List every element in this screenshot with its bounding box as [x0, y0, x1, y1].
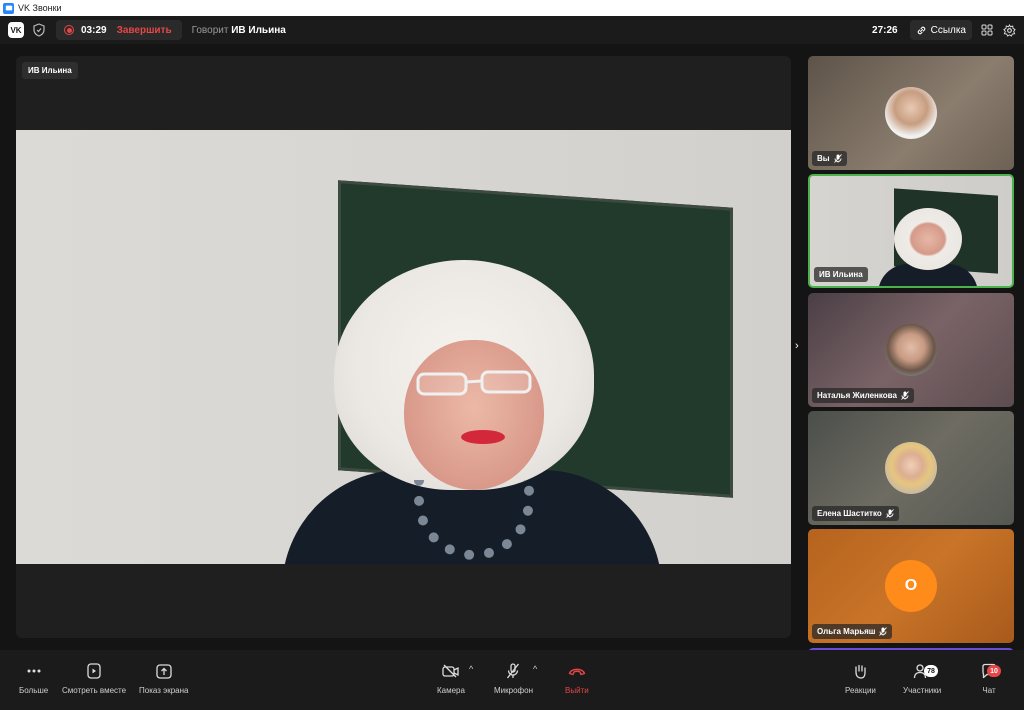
- settings-gear-icon[interactable]: [1002, 23, 1016, 37]
- camera-button[interactable]: Камера: [437, 662, 465, 695]
- participant-label: Елена Шаститко: [812, 506, 899, 521]
- participant-name: Ольга Марьяш: [817, 627, 876, 636]
- participants-count-badge: 78: [924, 665, 938, 677]
- vk-calls-app-icon: [3, 2, 14, 14]
- stage-speaker-name: ИВ Ильина: [22, 62, 78, 79]
- microphone-label: Микрофон: [494, 686, 533, 695]
- vk-logo-icon[interactable]: VK: [8, 22, 24, 38]
- call-controls-bar: Больше Смотреть вместе Показ экрана Каме…: [0, 650, 1024, 710]
- speaker-glasses: [416, 370, 532, 396]
- participant-label: ИВ Ильина: [814, 267, 868, 282]
- reactions-button[interactable]: Реакции: [845, 662, 876, 695]
- main-video-stage[interactable]: ИВ Ильина: [16, 56, 791, 638]
- raise-hand-icon: [851, 662, 869, 680]
- more-button[interactable]: Больше: [19, 662, 48, 695]
- mic-muted-icon: [885, 509, 894, 518]
- grid-layout-icon[interactable]: [980, 23, 994, 37]
- mic-muted-icon: [901, 391, 909, 400]
- participant-avatar: [885, 442, 937, 494]
- screen-share-icon: [155, 662, 173, 680]
- participant-name: Наталья Жиленкова: [817, 391, 897, 400]
- participant-tile-self[interactable]: Вы: [808, 56, 1014, 170]
- hang-up-icon: [568, 662, 586, 680]
- copy-link-button[interactable]: Ссылка: [909, 20, 972, 40]
- participant-tile[interactable]: Елена Шаститко: [808, 411, 1014, 525]
- leave-call-button[interactable]: Выйти: [565, 662, 589, 695]
- window-titlebar: VK Звонки: [0, 0, 1024, 16]
- screen-share-label: Показ экрана: [139, 686, 189, 695]
- participant-tile[interactable]: Наталья Жиленкова: [808, 293, 1014, 407]
- call-duration: 27:26: [872, 24, 898, 36]
- participant-label: Ольга Марьяш: [812, 624, 893, 639]
- end-recording-button[interactable]: Завершить: [117, 25, 172, 36]
- participant-label: Вы: [812, 151, 847, 166]
- call-toolbar: VK 03:29 Завершить Говорит ИВ Ильина 27:…: [0, 16, 1024, 44]
- speaking-name: ИВ Ильина: [231, 24, 286, 36]
- participant-letter-avatar: О: [885, 560, 937, 612]
- link-icon: [917, 26, 925, 34]
- watch-together-icon: [85, 662, 103, 680]
- participants-label: Участники: [903, 686, 942, 695]
- participant-name: ИВ Ильина: [819, 270, 863, 279]
- screen-share-button[interactable]: Показ экрана: [139, 662, 188, 695]
- shield-icon[interactable]: [32, 23, 46, 37]
- camera-options-chevron-icon[interactable]: ^: [469, 664, 473, 674]
- microphone-off-icon: [504, 662, 522, 680]
- participant-tile[interactable]: О Ольга Марьяш: [808, 529, 1014, 643]
- tile-speaker-face: [894, 208, 962, 270]
- participant-avatar: [885, 87, 937, 139]
- recording-indicator: 03:29 Завершить: [56, 20, 182, 40]
- camera-label: Камера: [437, 686, 465, 695]
- participant-name: Вы: [817, 154, 830, 163]
- participant-name: Елена Шаститко: [817, 509, 882, 518]
- window-title: VK Звонки: [18, 3, 62, 13]
- participant-avatar: [885, 324, 937, 376]
- mic-muted-icon: [879, 627, 888, 636]
- participant-tile-active[interactable]: ИВ Ильина: [808, 174, 1014, 288]
- link-label: Ссылка: [930, 24, 966, 36]
- collapse-sidebar-chevron-icon[interactable]: ›: [795, 340, 805, 354]
- microphone-options-chevron-icon[interactable]: ^: [533, 664, 537, 674]
- watch-together-button[interactable]: Смотреть вместе: [62, 662, 126, 695]
- reactions-label: Реакции: [845, 686, 876, 695]
- recording-time: 03:29: [81, 24, 107, 36]
- more-dots-icon: [25, 662, 43, 680]
- speaker-face: [404, 340, 544, 490]
- speaker-lips: [461, 430, 505, 444]
- speaking-prefix: Говорит: [191, 24, 229, 36]
- camera-off-icon: [442, 662, 460, 680]
- mic-muted-icon: [833, 154, 842, 163]
- more-label: Больше: [19, 686, 49, 695]
- watch-together-label: Смотреть вместе: [62, 686, 127, 695]
- active-speaker: Говорит ИВ Ильина: [192, 25, 286, 36]
- speaker-video: [16, 130, 791, 564]
- leave-label: Выйти: [565, 686, 589, 695]
- chat-label: Чат: [982, 686, 996, 695]
- chat-unread-badge: 10: [987, 665, 1001, 677]
- participant-label: Наталья Жиленкова: [812, 388, 914, 403]
- record-icon: [64, 25, 74, 35]
- microphone-button[interactable]: Микрофон: [494, 662, 533, 695]
